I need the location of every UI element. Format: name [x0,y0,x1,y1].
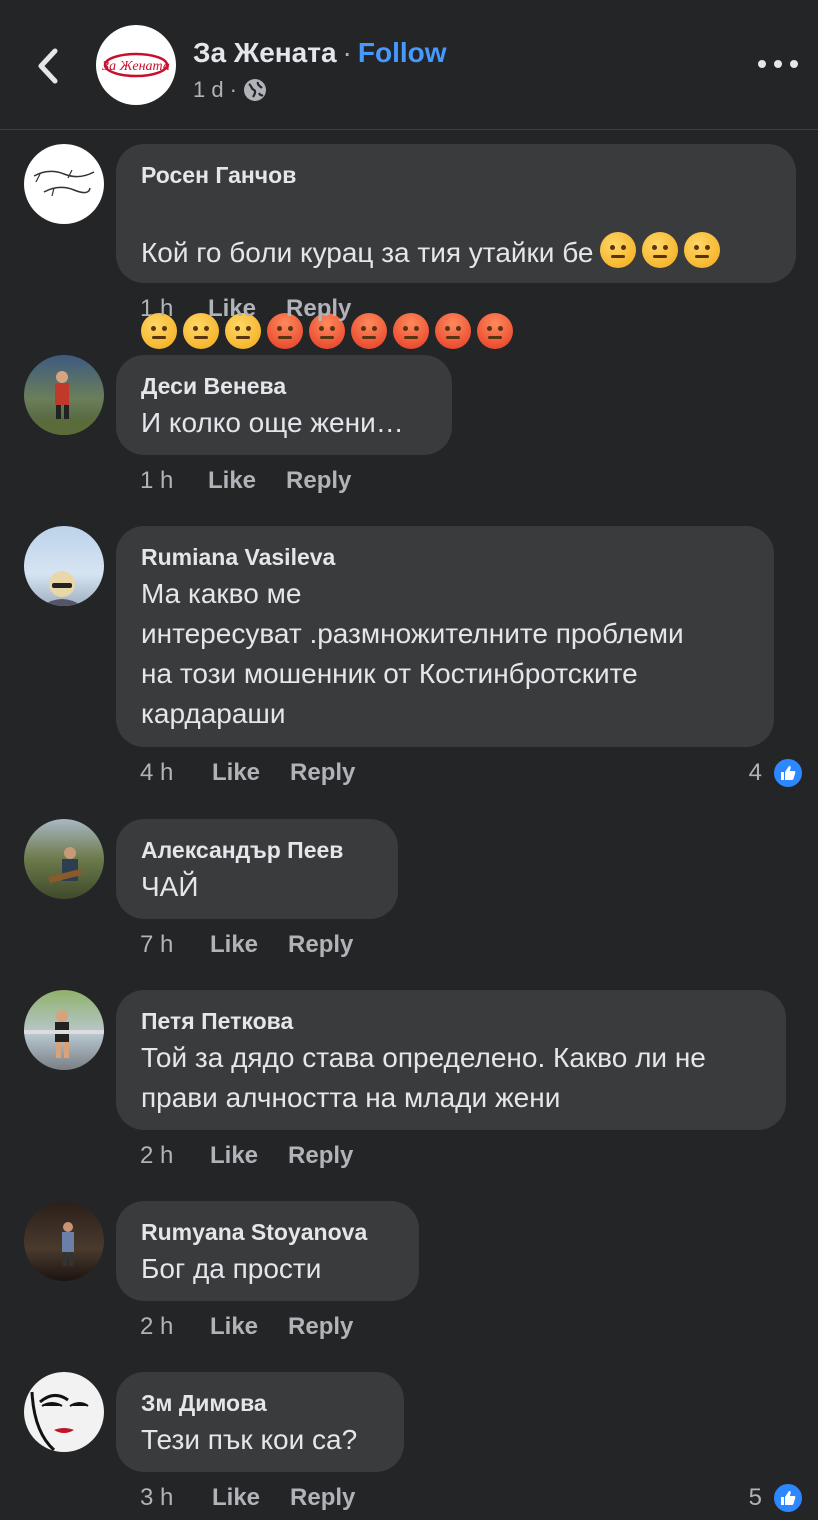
reply-button[interactable]: Reply [290,1484,355,1512]
comment-time[interactable]: 1 h [140,467,208,495]
like-button[interactable]: Like [208,467,256,495]
avatar[interactable] [24,990,104,1070]
post-time[interactable]: 1 d [193,77,224,103]
comment-author[interactable]: Александър Пеев [141,835,372,865]
comment-bubble[interactable]: Зм Димова Тези пък кои са? [116,1372,404,1472]
comment-text: Бог да прости [141,1253,322,1284]
separator: · [342,37,352,68]
avatar-image [48,847,82,883]
avatar[interactable] [24,819,104,899]
page-name[interactable]: За Жената [193,37,337,69]
post-header: За Жената За Жената · Follow 1 d · [0,0,818,130]
reaction-summary[interactable]: 4 [749,756,804,790]
comment-text: Тези пък кои са? [141,1424,358,1455]
comment-bubble[interactable]: Александър Пеев ЧАЙ [116,819,398,919]
comment-author[interactable]: Петя Петкова [141,1006,760,1036]
like-button[interactable]: Like [212,759,260,787]
like-button[interactable]: Like [210,931,258,959]
avatar[interactable] [24,355,104,435]
reply-button[interactable]: Reply [288,931,353,959]
thinking-face-icon [683,232,720,268]
comment-text: ЧАЙ [141,871,199,902]
comment-time[interactable]: 4 h [140,759,212,787]
comment-bubble[interactable]: Rumiana Vasileva Ма какво ме интересуват… [116,526,774,747]
reply-button[interactable]: Reply [290,759,355,787]
thumbs-up-icon [772,757,804,789]
back-button[interactable] [30,44,66,88]
svg-text:За Жената: За Жената [102,59,170,74]
page-avatar[interactable]: За Жената [96,25,176,105]
avatar[interactable] [24,1372,104,1452]
reaction-summary[interactable]: 5 [749,1481,804,1515]
reply-button[interactable]: Reply [286,295,351,323]
comment-text-body: Кой го боли курац за тия утайки бе [141,237,594,268]
avatar-image [33,169,95,197]
like-button[interactable]: Like [210,1313,258,1341]
thinking-face-icon [641,232,678,268]
angry-face-icon [393,313,429,349]
avatar[interactable] [24,144,104,224]
reply-button[interactable]: Reply [286,467,351,495]
avatar-image [42,571,82,606]
more-dot [790,60,798,68]
angry-face-icon [435,313,471,349]
comment-author[interactable]: Деси Венева [141,371,426,401]
comment-text: Ма какво ме интересуват .размножителните… [141,578,684,729]
comment-bubble[interactable]: Росен Ганчов Кой го боли курац за тия ут… [116,144,796,349]
like-button[interactable]: Like [212,1484,260,1512]
avatar-image [30,1391,89,1452]
comment-time[interactable]: 1 h [140,295,208,323]
comment-text: И колко още жени… [141,407,404,438]
comment-author[interactable]: Зм Димова [141,1388,378,1418]
follow-button[interactable]: Follow [358,37,447,69]
more-options-button[interactable] [758,52,798,76]
angry-face-icon [477,313,513,349]
page-logo: За Жената [102,52,170,78]
globe-icon [243,79,266,101]
comment-bubble[interactable]: Rumyana Stoyanova Бог да прости [116,1201,419,1301]
comment-time[interactable]: 2 h [140,1142,210,1170]
more-dot [758,60,766,68]
reaction-count: 4 [748,759,762,786]
avatar-image [24,371,104,435]
avatar[interactable] [24,1201,104,1281]
like-button[interactable]: Like [208,295,256,323]
comment-text: Той за дядо става определено. Какво ли н… [141,1042,706,1113]
avatar-image [62,1222,74,1266]
comment-author[interactable]: Rumiana Vasileva [141,542,748,572]
avatar-image [24,1010,104,1058]
like-button[interactable]: Like [210,1142,258,1170]
reply-button[interactable]: Reply [288,1142,353,1170]
reply-button[interactable]: Reply [288,1313,353,1341]
comment-author[interactable]: Росен Ганчов [141,160,770,190]
comment-author[interactable]: Rumyana Stoyanova [141,1217,393,1247]
chevron-left-icon [38,48,58,84]
avatar[interactable] [24,526,104,606]
comment-time[interactable]: 7 h [140,931,210,959]
more-dot [774,60,782,68]
comment-bubble[interactable]: Петя Петкова Той за дядо става определен… [116,990,786,1130]
reaction-count: 5 [748,1484,762,1511]
comment-time[interactable]: 2 h [140,1313,210,1341]
thinking-face-icon [599,232,636,268]
meta-separator: · [229,77,237,102]
comment-time[interactable]: 3 h [140,1484,212,1512]
comment-bubble[interactable]: Деси Венева И колко още жени… [116,355,452,455]
thumbs-up-icon [772,1482,804,1514]
